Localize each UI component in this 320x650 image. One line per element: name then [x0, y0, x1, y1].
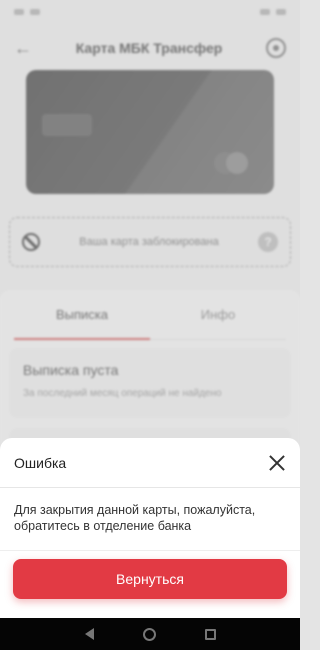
close-icon[interactable]: [268, 454, 286, 472]
nav-home-icon[interactable]: [142, 627, 156, 641]
return-button[interactable]: Вернуться: [13, 559, 287, 599]
nav-back-icon[interactable]: [84, 628, 94, 640]
dialog-message: Для закрытия данной карты, пожалуйста, о…: [14, 503, 256, 533]
system-nav-bar: [0, 618, 300, 650]
dialog-title: Ошибка: [14, 454, 67, 471]
dialog-header: Ошибка: [0, 438, 300, 488]
screen: ← Карта МБК Трансфер Ваша карта заблокир…: [0, 0, 300, 650]
nav-recent-icon[interactable]: [204, 628, 216, 640]
divider: [0, 550, 300, 551]
error-dialog: Ошибка Для закрытия данной карты, пожалу…: [0, 438, 300, 618]
